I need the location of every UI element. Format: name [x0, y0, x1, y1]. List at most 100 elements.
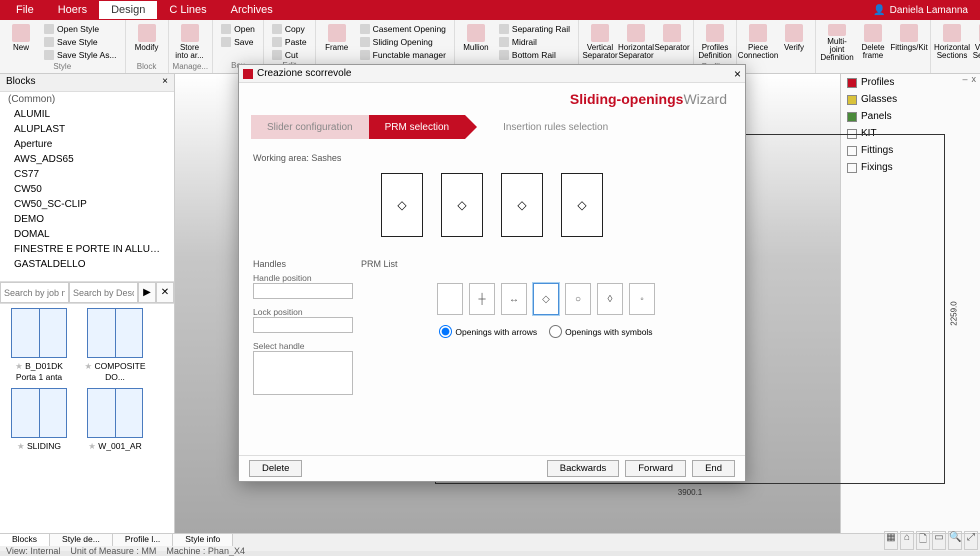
step-prm-selection[interactable]: PRM selection — [369, 115, 465, 139]
tree-item[interactable]: Aperture — [0, 137, 174, 152]
menu-tab-design[interactable]: Design — [99, 1, 157, 19]
ribbon-hsep[interactable]: Horizontal Separator — [619, 22, 653, 62]
ribbon-store[interactable]: Store into ar... — [173, 22, 207, 62]
prm-opt-5[interactable]: ◊ — [597, 283, 623, 315]
tree-item[interactable]: DOMAL — [0, 227, 174, 242]
ribbon-copy[interactable]: Copy — [268, 22, 311, 35]
ribbon-vsections[interactable]: Vertical Sections — [971, 22, 980, 62]
dialog-titlebar[interactable]: Creazione scorrevole × — [239, 65, 745, 83]
status-icon-2[interactable]: ⌂ — [900, 531, 914, 550]
tab-style-info[interactable]: Style info — [173, 534, 233, 546]
tree-item[interactable]: AWS_ADS65 — [0, 152, 174, 167]
tree-item[interactable]: DEMO — [0, 212, 174, 227]
search-by-job-input[interactable] — [0, 282, 69, 303]
radio-symbols[interactable]: Openings with symbols — [549, 325, 652, 338]
step-insertion-rules[interactable]: Insertion rules selection — [487, 115, 624, 139]
status-icon-6[interactable]: ⤢ — [964, 531, 978, 550]
prm-list-section: PRM List ┼ ↔ ◇ ○ ◊ ◦ Openings with arrow… — [361, 255, 731, 451]
search-clear-icon[interactable]: ✕ — [156, 282, 174, 303]
ribbon-multijoint[interactable]: Multi-joint Definition — [820, 22, 854, 62]
sash-4[interactable]: ◇ — [561, 173, 603, 237]
tree-item[interactable]: CS77 — [0, 167, 174, 182]
ribbon-midrail[interactable]: Midrail — [495, 35, 574, 48]
dialog-close-icon[interactable]: × — [734, 67, 741, 81]
backwards-button[interactable]: Backwards — [547, 460, 619, 477]
prm-opt-2[interactable]: ↔ — [501, 283, 527, 315]
prm-opt-4[interactable]: ○ — [565, 283, 591, 315]
status-machine: Machine : Phan_X4 — [166, 546, 245, 556]
tree-item[interactable]: GASTALDELLO — [0, 257, 174, 272]
tab-style-de[interactable]: Style de... — [50, 534, 113, 546]
prm-opt-6[interactable]: ◦ — [629, 283, 655, 315]
ribbon-open-box[interactable]: Open — [217, 22, 259, 35]
prm-opt-0[interactable] — [437, 283, 463, 315]
forward-button[interactable]: Forward — [625, 460, 686, 477]
ribbon-profiles-def[interactable]: Profiles Definition — [698, 22, 732, 62]
sash-2[interactable]: ◇ — [441, 173, 483, 237]
thumb-item[interactable]: ★ W_001_AR — [80, 388, 150, 452]
ribbon-save-style-as[interactable]: Save Style As... — [40, 48, 121, 61]
step-slider-config[interactable]: Slider configuration — [251, 115, 369, 139]
status-icon-4[interactable]: ▭ — [932, 531, 946, 550]
ribbon-save-style[interactable]: Save Style — [40, 35, 121, 48]
end-button[interactable]: End — [692, 460, 735, 477]
search-by-desc-input[interactable] — [69, 282, 138, 303]
ribbon-functable-manager[interactable]: Functable manager — [356, 48, 450, 61]
tree-root[interactable]: (Common) — [0, 92, 174, 107]
tree-item[interactable]: ALUPLAST — [0, 122, 174, 137]
panel-close-icon[interactable]: x — [972, 74, 977, 86]
ribbon-mullion[interactable]: Mullion — [459, 22, 493, 62]
ribbon-delete-frame[interactable]: Delete frame — [856, 22, 890, 62]
menu-tab-clines[interactable]: C Lines — [157, 1, 218, 19]
delete-button[interactable]: Delete — [249, 460, 302, 477]
thumb-item[interactable]: ★ B_D01DKPorta 1 anta — [4, 308, 74, 382]
sash-3[interactable]: ◇ — [501, 173, 543, 237]
rp-panels[interactable]: Panels — [841, 108, 980, 125]
sash-1[interactable]: ◇ — [381, 173, 423, 237]
blocks-tree[interactable]: (Common) ALUMIL ALUPLAST Aperture AWS_AD… — [0, 92, 174, 282]
search-go-icon[interactable]: ▶ — [138, 282, 156, 303]
user-menu[interactable]: 👤 Daniela Lamanna — [873, 5, 976, 16]
ribbon-frame[interactable]: Frame — [320, 22, 354, 62]
ribbon-save-box[interactable]: Save — [217, 35, 259, 48]
radio-arrows[interactable]: Openings with arrows — [439, 325, 537, 338]
tab-blocks[interactable]: Blocks — [0, 534, 50, 546]
prm-opt-1[interactable]: ┼ — [469, 283, 495, 315]
ribbon-cut[interactable]: Cut — [268, 48, 311, 61]
ribbon-casement-opening[interactable]: Casement Opening — [356, 22, 450, 35]
status-icon-5[interactable]: 🔍 — [948, 531, 962, 550]
ribbon-fittings-kit[interactable]: Fittings/Kit — [892, 22, 926, 62]
ribbon-sep[interactable]: Separator — [655, 22, 689, 62]
tree-item[interactable]: CW50_SC-CLIP — [0, 197, 174, 212]
lock-position-input[interactable] — [253, 317, 353, 333]
menu-tab-file[interactable]: File — [4, 1, 46, 19]
ribbon-piece-conn[interactable]: Piece Connection — [741, 22, 775, 62]
menu-tab-archives[interactable]: Archives — [219, 1, 285, 19]
ribbon-paste[interactable]: Paste — [268, 35, 311, 48]
select-handle-box[interactable] — [253, 351, 353, 395]
tree-item[interactable]: ALUMIL — [0, 107, 174, 122]
panel-minimize-icon[interactable]: – — [962, 74, 967, 86]
ribbon-modify[interactable]: Modify — [130, 22, 164, 62]
thumb-item[interactable]: ★ COMPOSITE DO... — [80, 308, 150, 382]
ribbon-hsections[interactable]: Horizontal Sections — [935, 22, 969, 62]
status-icon-3[interactable]: 🗋 — [916, 531, 930, 550]
handle-position-input[interactable] — [253, 283, 353, 299]
status-icon-1[interactable]: ▦ — [884, 531, 898, 550]
blocks-close-icon[interactable]: × — [162, 76, 168, 89]
tree-item[interactable]: CW50 — [0, 182, 174, 197]
ribbon-open-style[interactable]: Open Style — [40, 22, 121, 35]
ribbon-vsep[interactable]: Vertical Separator — [583, 22, 617, 62]
ribbon-sliding-opening[interactable]: Sliding Opening — [356, 35, 450, 48]
tab-profile-l[interactable]: Profile l... — [113, 534, 173, 546]
thumb-item[interactable]: ★ SLIDING — [4, 388, 74, 452]
ribbon-new[interactable]: New — [4, 22, 38, 62]
tree-item[interactable]: FINESTRE E PORTE IN ALLUMINIO-LEGNO — [0, 242, 174, 257]
ribbon-bottom-rail[interactable]: Bottom Rail — [495, 48, 574, 61]
prm-opt-3[interactable]: ◇ — [533, 283, 559, 315]
ribbon-sep-rail[interactable]: Separating Rail — [495, 22, 574, 35]
ribbon-verify[interactable]: Verify — [777, 22, 811, 62]
rp-glasses[interactable]: Glasses — [841, 91, 980, 108]
menu-tab-hoers[interactable]: Hoers — [46, 1, 99, 19]
dialog-icon — [243, 69, 253, 79]
